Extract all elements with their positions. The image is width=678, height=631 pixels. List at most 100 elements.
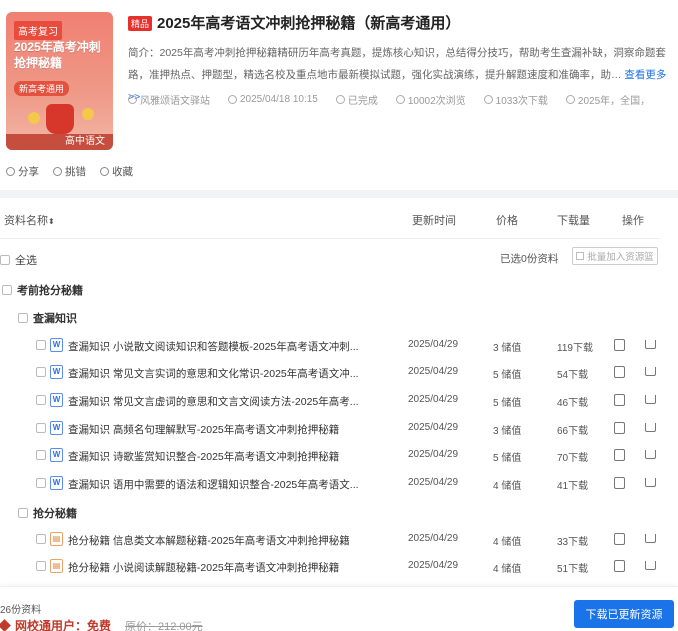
original-price: 原价：212.00元: [125, 620, 203, 631]
row-checkbox[interactable]: [36, 561, 46, 571]
pdf-file-icon: ▤: [50, 532, 63, 546]
share-button[interactable]: 分享: [6, 164, 39, 179]
preview-icon[interactable]: [614, 394, 625, 406]
cover-subject: 高中语文: [6, 134, 113, 150]
row-downloads: 41下载: [557, 481, 589, 492]
header-divider: [0, 238, 660, 239]
preview-icon[interactable]: [614, 422, 625, 434]
file-name-link[interactable]: 抢分秘籍 小说阅读解题秘籍-2025年高考语文冲刺抢押秘籍: [68, 560, 380, 575]
table-row[interactable]: W 查漏知识 常见文言虚词的意思和文言文阅读方法-2025年高考... 2025/0…: [0, 391, 660, 411]
table-row[interactable]: ▤ 抢分秘籍 信息类文本解题秘籍-2025年高考语文冲刺抢押秘籍 2025/04/2…: [0, 530, 660, 550]
subgroup-checkbox[interactable]: [18, 313, 28, 323]
row-date: 2025/04/29: [408, 366, 459, 377]
preview-icon[interactable]: [614, 533, 625, 545]
table-header: 资料名称⬍ 更新时间 价格 下载量 操作: [0, 212, 660, 230]
resource-count: 26份资料: [0, 605, 42, 616]
cart-icon[interactable]: [645, 395, 656, 404]
user-icon: [128, 95, 137, 104]
cart-icon[interactable]: [645, 478, 656, 487]
table-row[interactable]: W 查漏知识 常见文言实词的意思和文化常识-2025年高考语文冲... 2025/0…: [0, 363, 660, 383]
flag-icon: [53, 167, 62, 176]
vip-price: 网校通用户：免费 原价：212.00元: [0, 617, 203, 631]
cart-icon[interactable]: [645, 423, 656, 432]
col-ops-header: 操作: [622, 215, 644, 227]
file-name-link[interactable]: 查漏知识 小说散文阅读知识和答题模板-2025年高考语文冲刺...: [68, 339, 380, 354]
row-downloads: 46下载: [557, 398, 589, 409]
lucky-bag-icon: [46, 104, 74, 134]
preview-icon[interactable]: [614, 339, 625, 351]
file-name-link[interactable]: 查漏知识 高频名句理解默写-2025年高考语文冲刺抢押秘籍: [68, 422, 380, 437]
intro-body: 简介：2025年高考冲刺抢押秘籍精研历年高考真题，提炼核心知识，总结得分技巧，帮…: [128, 47, 666, 81]
row-checkbox[interactable]: [36, 367, 46, 377]
row-downloads: 51下载: [557, 564, 589, 575]
row-checkbox[interactable]: [36, 534, 46, 544]
row-checkbox[interactable]: [36, 478, 46, 488]
batch-add-button[interactable]: 批量加入资源篮: [572, 247, 658, 265]
coin-icon: [82, 108, 94, 120]
cover-subtag: 新高考通用: [14, 81, 70, 96]
row-date: 2025/04/29: [408, 339, 459, 350]
favorite-button[interactable]: 收藏: [100, 164, 133, 179]
file-name-link[interactable]: 查漏知识 常见文言虚词的意思和文言文阅读方法-2025年高考...: [68, 394, 380, 409]
meta-status: 已完成: [335, 92, 378, 107]
row-checkbox[interactable]: [36, 395, 46, 405]
row-date: 2025/04/29: [408, 560, 459, 571]
word-file-icon: W: [50, 393, 63, 407]
table-row[interactable]: ▤ 抢分秘籍 小说阅读解题秘籍-2025年高考语文冲刺抢押秘籍 2025/04/29…: [0, 557, 660, 577]
row-checkbox[interactable]: [36, 340, 46, 350]
select-all-label: 全选: [15, 255, 37, 267]
word-file-icon: W: [50, 476, 63, 490]
row-price: 4 储值: [493, 481, 522, 492]
cart-icon[interactable]: [645, 367, 656, 376]
table-row[interactable]: W 查漏知识 小说散文阅读知识和答题模板-2025年高考语文冲刺... 2025/0…: [0, 336, 660, 356]
group-checkbox[interactable]: [2, 285, 12, 295]
sort-icon: ⬍: [48, 217, 55, 226]
group-top[interactable]: 考前抢分秘籍: [2, 282, 83, 298]
cart-icon[interactable]: [645, 340, 656, 349]
cart-icon[interactable]: [645, 561, 656, 570]
download-updated-button[interactable]: 下载已更新资源: [574, 600, 674, 628]
word-file-icon: W: [50, 448, 63, 462]
heart-icon: [100, 167, 109, 176]
file-name-link[interactable]: 查漏知识 常见文言实词的意思和文化常识-2025年高考语文冲...: [68, 366, 380, 381]
preview-icon[interactable]: [614, 477, 625, 489]
subgroup-check-knowledge[interactable]: 查漏知识: [18, 310, 77, 326]
share-icon: [6, 167, 15, 176]
file-name-link[interactable]: 抢分秘籍 信息类文本解题秘籍-2025年高考语文冲刺抢押秘籍: [68, 533, 380, 548]
table-row[interactable]: W 查漏知识 诗歌鉴赏知识整合-2025年高考语文冲刺抢押秘籍 2025/04/29…: [0, 446, 660, 466]
word-file-icon: W: [50, 421, 63, 435]
vip-label: 网校通用户：免费: [15, 619, 112, 631]
table-row[interactable]: W 查漏知识 高频名句理解默写-2025年高考语文冲刺抢押秘籍 2025/04/29…: [0, 419, 660, 439]
select-all[interactable]: 全选: [0, 252, 37, 268]
col-downloads-header: 下载量: [557, 215, 590, 227]
refresh-icon: [335, 95, 345, 104]
row-price: 5 储值: [493, 398, 522, 409]
action-bar: 分享 挑错 收藏: [6, 164, 147, 179]
subgroup-score-secrets[interactable]: 抢分秘籍: [18, 505, 77, 521]
file-name-link[interactable]: 查漏知识 语用中需要的语法和逻辑知识整合-2025年高考语文...: [68, 477, 380, 492]
select-all-checkbox[interactable]: [0, 255, 10, 265]
meta-views: 10002次浏览: [395, 92, 466, 107]
table-row[interactable]: W 查漏知识 语用中需要的语法和逻辑知识整合-2025年高考语文... 2025/0…: [0, 474, 660, 494]
subgroup-checkbox[interactable]: [18, 508, 28, 518]
meta-bar: 风雅颂语文驿站 2025/04/18 10:15 已完成 10002次浏览 10…: [128, 92, 678, 107]
preview-icon[interactable]: [614, 366, 625, 378]
pdf-file-icon: ▤: [50, 559, 63, 573]
meta-date: 2025/04/18 10:15: [228, 92, 318, 107]
row-checkbox[interactable]: [36, 450, 46, 460]
col-name-header[interactable]: 资料名称⬍: [4, 212, 55, 228]
meta-author[interactable]: 风雅颂语文驿站: [128, 92, 210, 107]
row-checkbox[interactable]: [36, 423, 46, 433]
cart-icon[interactable]: [645, 534, 656, 543]
preview-icon[interactable]: [614, 449, 625, 461]
row-date: 2025/04/29: [408, 533, 459, 544]
meta-scope: 2025年，全国，: [565, 92, 650, 107]
report-error-button[interactable]: 挑错: [53, 164, 86, 179]
cart-icon[interactable]: [645, 450, 656, 459]
page-title: 2025年高考语文冲刺抢押秘籍（新高考通用）: [157, 15, 461, 32]
coin-icon: [28, 112, 40, 124]
row-date: 2025/04/29: [408, 394, 459, 405]
row-price: 4 储值: [493, 564, 522, 575]
preview-icon[interactable]: [614, 560, 625, 572]
file-name-link[interactable]: 查漏知识 诗歌鉴赏知识整合-2025年高考语文冲刺抢押秘籍: [68, 449, 380, 464]
